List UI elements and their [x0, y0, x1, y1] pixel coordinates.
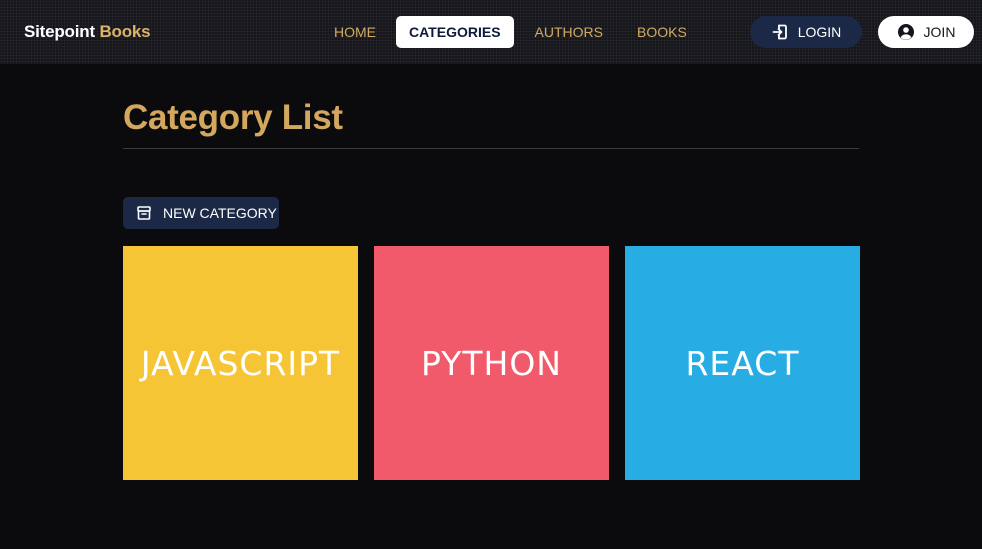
title-divider [123, 148, 859, 149]
nav-home[interactable]: HOME [322, 16, 388, 48]
category-tile-javascript[interactable]: JAVASCRIPT [123, 246, 358, 480]
login-label: LOGIN [797, 24, 842, 40]
category-tile-react[interactable]: REACT [625, 246, 860, 480]
nav-categories[interactable]: CATEGORIES [396, 16, 514, 48]
user-circle-icon [897, 23, 915, 41]
login-icon [771, 23, 789, 41]
brand-logo[interactable]: Sitepoint Books [24, 22, 151, 42]
top-navbar: Sitepoint Books HOME CATEGORIES AUTHORS … [0, 0, 982, 64]
category-grid: JAVASCRIPT PYTHON REACT [123, 246, 860, 480]
new-category-button[interactable]: NEW CATEGORY [123, 197, 279, 229]
category-tile-python[interactable]: PYTHON [374, 246, 609, 480]
join-label: JOIN [923, 24, 956, 40]
new-category-label: NEW CATEGORY [163, 205, 277, 221]
archive-icon [135, 204, 153, 222]
category-name: PYTHON [421, 343, 562, 383]
brand-accent: Books [99, 22, 151, 41]
nav-authors[interactable]: AUTHORS [523, 16, 615, 48]
nav-books[interactable]: BOOKS [625, 16, 699, 48]
main-nav: HOME CATEGORIES AUTHORS BOOKS [322, 16, 699, 48]
login-button[interactable]: LOGIN [750, 16, 862, 48]
page-title: Category List [123, 98, 343, 137]
join-button[interactable]: JOIN [878, 16, 974, 48]
category-name: REACT [685, 343, 800, 383]
category-name: JAVASCRIPT [140, 343, 341, 383]
brand-name: Sitepoint [24, 22, 95, 41]
